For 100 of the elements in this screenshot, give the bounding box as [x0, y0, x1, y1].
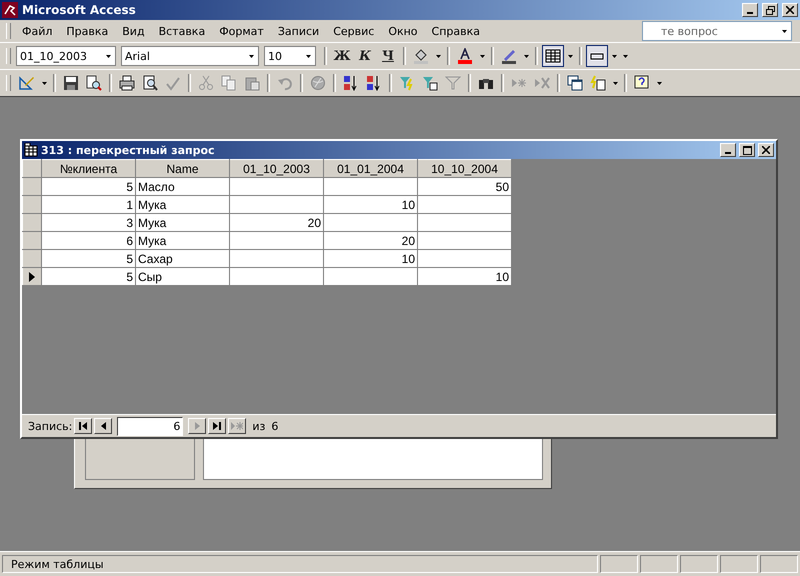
font-color-icon [457, 48, 473, 64]
close-icon [762, 146, 770, 154]
gridlines-button[interactable] [542, 45, 564, 67]
maximize-icon [742, 146, 752, 154]
column-header[interactable]: №клиента [42, 160, 136, 178]
font-size-dropdown[interactable]: 10 [264, 46, 316, 66]
menu-item[interactable]: Записи [270, 22, 326, 40]
row-selector[interactable] [22, 268, 42, 286]
caret-icon [248, 54, 254, 58]
record-number-field[interactable]: 6 [117, 416, 184, 436]
object-dropdown[interactable]: 01_10_2003 [16, 46, 116, 66]
filter-icon [445, 75, 461, 91]
next-record-button[interactable] [188, 418, 206, 434]
table-cell: Сыр [136, 268, 230, 286]
menu-item[interactable]: Формат [212, 22, 271, 40]
last-icon [213, 422, 222, 430]
previous-record-button[interactable] [94, 418, 112, 434]
bold-button[interactable]: Ж [331, 45, 353, 67]
caret-icon [106, 54, 110, 58]
table-cell: 10 [418, 268, 512, 286]
windows-icon [567, 75, 583, 91]
record-label: Запись: [28, 420, 72, 432]
table-cell: Мука [136, 214, 230, 232]
restore-button[interactable] [762, 3, 778, 17]
record-count: 6 [271, 420, 278, 432]
border-style-button[interactable] [586, 45, 608, 67]
menu-item[interactable]: Справка [424, 22, 488, 40]
sort-ascending-icon [343, 75, 359, 91]
table-cell: Сахар [136, 250, 230, 268]
column-header[interactable]: Name [136, 160, 230, 178]
table-cell: 3 [42, 214, 136, 232]
status-panel [720, 555, 758, 573]
table-cell: Мука [136, 232, 230, 250]
caret-icon [524, 54, 528, 58]
menu-item[interactable]: Правка [59, 22, 116, 40]
undo-icon [277, 75, 293, 91]
restore-icon [766, 6, 774, 14]
pen-color-icon [501, 48, 517, 64]
menu-item[interactable]: Файл [15, 22, 60, 40]
menu-item[interactable]: Вид [115, 22, 152, 40]
close-button[interactable] [758, 143, 774, 157]
column-header[interactable]: 01_10_2003 [230, 160, 324, 178]
last-record-button[interactable] [208, 418, 226, 434]
close-button[interactable] [782, 3, 798, 17]
current-record-icon [29, 272, 35, 282]
table-cell: 20 [324, 232, 418, 250]
font-dropdown[interactable]: Arial [121, 46, 259, 66]
maximize-button[interactable] [739, 143, 755, 157]
ruler-pencil-icon [19, 75, 35, 91]
paint-bucket-icon [413, 48, 429, 64]
globe-icon [310, 75, 326, 91]
status-panel [600, 555, 638, 573]
table-cell: 1 [42, 196, 136, 214]
window-title: Microsoft Access [22, 3, 137, 17]
status-panel [680, 555, 718, 573]
filter-form-icon [422, 75, 438, 91]
menu-item[interactable]: Окно [381, 22, 425, 40]
menu-item[interactable]: Вставка [152, 22, 212, 40]
delete-record-icon [534, 75, 550, 91]
caret-icon [480, 54, 484, 58]
copy-icon [221, 75, 237, 91]
table-cell: 6 [42, 232, 136, 250]
minimize-button[interactable] [742, 3, 758, 17]
italic-button[interactable]: К [354, 45, 376, 67]
caret-icon [622, 54, 628, 58]
new-record-icon [231, 422, 244, 430]
paste-icon [244, 75, 260, 91]
preview-icon [86, 75, 102, 91]
record-count-label: из [252, 420, 266, 432]
gridlines-icon [545, 48, 561, 64]
printer-icon [119, 75, 135, 91]
table-cell: 50 [418, 178, 512, 196]
minimize-button[interactable] [720, 143, 736, 157]
status-text: Режим таблицы [2, 555, 598, 573]
table-cell: 5 [42, 268, 136, 286]
caret-icon [656, 82, 662, 84]
close-icon [786, 6, 794, 14]
column-header[interactable]: 01_01_2004 [324, 160, 418, 178]
underline-button[interactable]: Ч [377, 45, 399, 67]
caret-icon [612, 54, 616, 58]
filter-lightning-icon [399, 75, 415, 91]
first-icon [79, 422, 88, 430]
caret-icon [568, 54, 572, 58]
datasheet-title: 313 : перекрестный запрос [41, 144, 216, 156]
column-header[interactable]: 10_10_2004 [418, 160, 512, 178]
table-cell: 5 [42, 250, 136, 268]
menu-item[interactable]: Сервис [326, 22, 382, 40]
next-icon [194, 422, 200, 430]
caret-icon [42, 82, 46, 84]
first-record-button[interactable] [74, 418, 92, 434]
table-cell: 10 [324, 196, 418, 214]
select-all-cell[interactable] [22, 160, 42, 178]
table-cell: Масло [136, 178, 230, 196]
page-magnifier-icon [142, 75, 158, 91]
help-icon [634, 75, 650, 91]
previous-icon [100, 422, 106, 430]
scissors-icon [198, 75, 214, 91]
caret-icon [306, 54, 310, 58]
new-record-button[interactable] [228, 418, 246, 434]
caret-icon [612, 82, 618, 84]
